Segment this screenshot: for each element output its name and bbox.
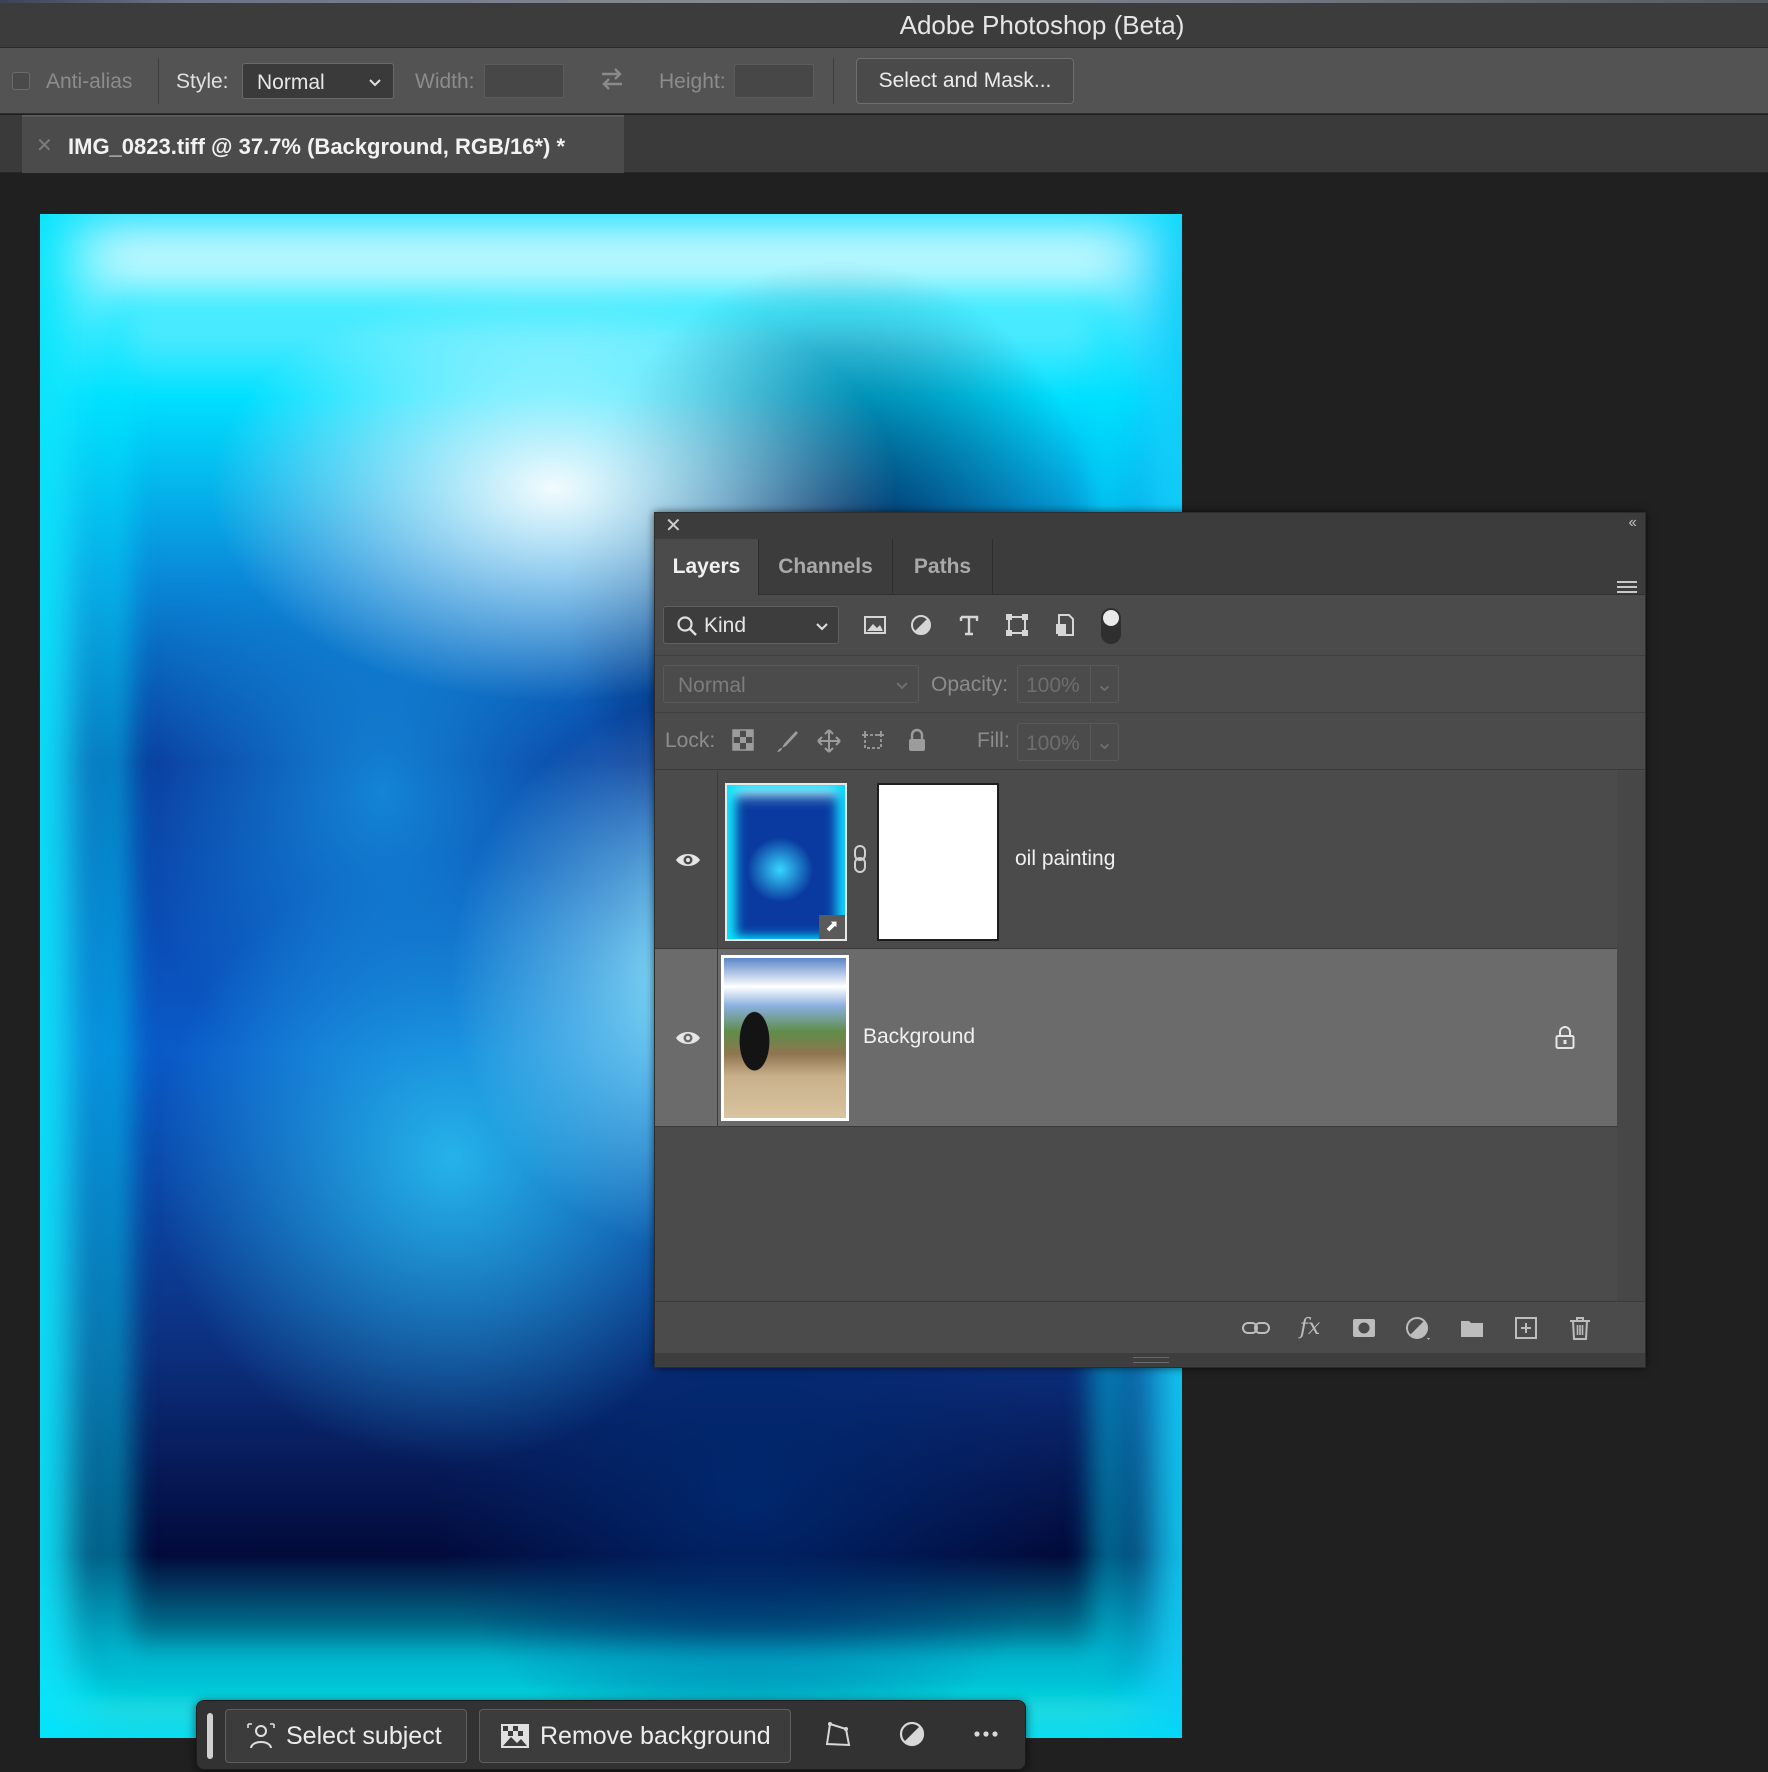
search-icon: [677, 616, 697, 636]
opacity-field[interactable]: 100% ⌄: [1017, 665, 1119, 703]
anti-alias-label: Anti-alias: [46, 70, 133, 93]
document-tab-bar: ✕ IMG_0823.tiff @ 37.7% (Background, RGB…: [0, 115, 1768, 173]
app-title: Adobe Photoshop (Beta): [899, 10, 1185, 40]
document-tab-title: IMG_0823.tiff @ 37.7% (Background, RGB/1…: [68, 134, 566, 159]
remove-background-icon: [501, 1724, 529, 1748]
eye-icon[interactable]: [673, 845, 703, 875]
panel-tabs: Layers Channels Paths: [655, 539, 1645, 595]
link-mask-icon[interactable]: [850, 843, 870, 875]
opacity-label: Opacity:: [931, 673, 1009, 696]
filter-toggle[interactable]: [1101, 608, 1121, 644]
lock-label: Lock:: [665, 729, 716, 752]
layer-thumbnail[interactable]: ⬈: [725, 783, 847, 941]
options-bar: Anti-alias Style: Normal Width: Height: …: [0, 48, 1768, 114]
blend-mode-select[interactable]: Normal: [663, 665, 919, 703]
collapse-panel-icon[interactable]: ‹‹: [1628, 514, 1637, 532]
height-field[interactable]: [734, 64, 814, 98]
chevron-down-icon[interactable]: ⌄: [1090, 724, 1118, 760]
chevron-down-icon: [816, 623, 828, 631]
fill-value: 100%: [1026, 732, 1080, 755]
add-mask-icon[interactable]: [1349, 1314, 1379, 1342]
filter-shape-icon[interactable]: [1003, 611, 1031, 639]
title-bar-accent: [0, 0, 1768, 3]
filter-kind-select[interactable]: Kind: [663, 606, 839, 644]
blend-mode-value: Normal: [678, 674, 746, 697]
visibility-column-divider: [717, 771, 718, 948]
layer-row-oil-painting[interactable]: ⬈ oil painting: [655, 771, 1617, 949]
document-tab[interactable]: ✕ IMG_0823.tiff @ 37.7% (Background, RGB…: [22, 115, 624, 173]
options-divider: [833, 58, 834, 104]
lock-all-icon[interactable]: [903, 728, 931, 756]
layer-name[interactable]: oil painting: [1015, 847, 1115, 871]
eye-icon[interactable]: [673, 1023, 703, 1053]
layers-scrollbar[interactable]: [1617, 771, 1645, 1301]
options-divider: [158, 58, 159, 104]
tab-channels[interactable]: Channels: [759, 539, 893, 595]
anti-alias-checkbox[interactable]: [12, 72, 30, 90]
layer-thumbnail[interactable]: [721, 955, 849, 1121]
style-label: Style:: [176, 70, 229, 93]
visibility-column-divider: [717, 949, 718, 1126]
lock-position-icon[interactable]: [815, 728, 843, 756]
panel-menu-icon[interactable]: [1617, 581, 1637, 597]
title-bar: Adobe Photoshop (Beta): [0, 0, 1768, 48]
width-field[interactable]: [484, 64, 564, 98]
remove-background-label: Remove background: [540, 1722, 771, 1750]
transform-selection-icon[interactable]: [821, 1719, 855, 1753]
layer-mask-thumbnail[interactable]: [877, 783, 999, 941]
new-group-icon[interactable]: [1457, 1314, 1487, 1342]
close-tab-icon[interactable]: ✕: [36, 133, 53, 158]
filter-pixel-icon[interactable]: [861, 611, 889, 639]
adjustment-icon[interactable]: [895, 1719, 929, 1753]
height-label: Height:: [659, 70, 726, 93]
contextual-task-bar: Select subject Remove background: [196, 1700, 1026, 1770]
panel-header: ✕ ‹‹: [655, 513, 1645, 539]
layer-name[interactable]: Background: [863, 1025, 975, 1049]
fx-icon[interactable]: fx: [1295, 1314, 1325, 1342]
style-select[interactable]: Normal: [242, 63, 394, 99]
remove-background-button[interactable]: Remove background: [479, 1709, 791, 1763]
close-panel-icon[interactable]: ✕: [665, 513, 682, 538]
new-layer-icon[interactable]: [1511, 1314, 1541, 1342]
lock-row: Lock: Fill: 100% ⌄: [655, 714, 1645, 770]
chevron-down-icon: [369, 79, 381, 87]
blend-row: Normal Opacity: 100% ⌄: [655, 657, 1645, 713]
fill-label: Fill:: [977, 729, 1010, 752]
fill-field[interactable]: 100% ⌄: [1017, 723, 1119, 761]
select-subject-icon: [247, 1723, 275, 1749]
layers-panel-footer: fx: [655, 1301, 1645, 1353]
adjustment-layer-icon[interactable]: [1403, 1314, 1433, 1342]
lock-transparent-pixels-icon[interactable]: [729, 728, 757, 756]
tab-paths[interactable]: Paths: [893, 539, 993, 595]
layer-filter-row: Kind: [655, 596, 1645, 656]
layer-row-background[interactable]: Background: [655, 949, 1617, 1127]
filter-kind-value: Kind: [704, 614, 747, 637]
filter-smart-object-icon[interactable]: [1051, 611, 1079, 639]
lock-artboard-icon[interactable]: [859, 728, 887, 756]
lock-image-pixels-icon[interactable]: [773, 728, 801, 756]
select-subject-label: Select subject: [286, 1722, 442, 1750]
delete-layer-icon[interactable]: [1565, 1314, 1595, 1342]
panel-resize-grip[interactable]: [655, 1353, 1645, 1367]
layers-panel: ✕ ‹‹ Layers Channels Paths Kind Normal O…: [654, 512, 1646, 1368]
swap-dimensions-icon[interactable]: [598, 64, 626, 94]
style-select-value: Normal: [257, 71, 325, 94]
filter-adjustment-icon[interactable]: [907, 611, 935, 639]
smart-object-badge-icon: ⬈: [819, 915, 845, 939]
layer-lock-icon[interactable]: [1553, 1025, 1577, 1051]
tab-layers[interactable]: Layers: [655, 539, 759, 595]
select-and-mask-button[interactable]: Select and Mask...: [856, 58, 1074, 104]
filter-type-icon[interactable]: [955, 611, 983, 639]
more-options-icon[interactable]: [969, 1719, 1003, 1753]
link-layers-icon[interactable]: [1241, 1314, 1271, 1342]
width-label: Width:: [415, 70, 475, 93]
taskbar-drag-handle[interactable]: [207, 1713, 213, 1759]
select-subject-button[interactable]: Select subject: [225, 1709, 467, 1763]
layers-list: ⬈ oil painting Background: [655, 771, 1645, 1301]
chevron-down-icon[interactable]: ⌄: [1090, 666, 1118, 702]
chevron-down-icon: [896, 682, 908, 690]
opacity-value: 100%: [1026, 674, 1080, 697]
